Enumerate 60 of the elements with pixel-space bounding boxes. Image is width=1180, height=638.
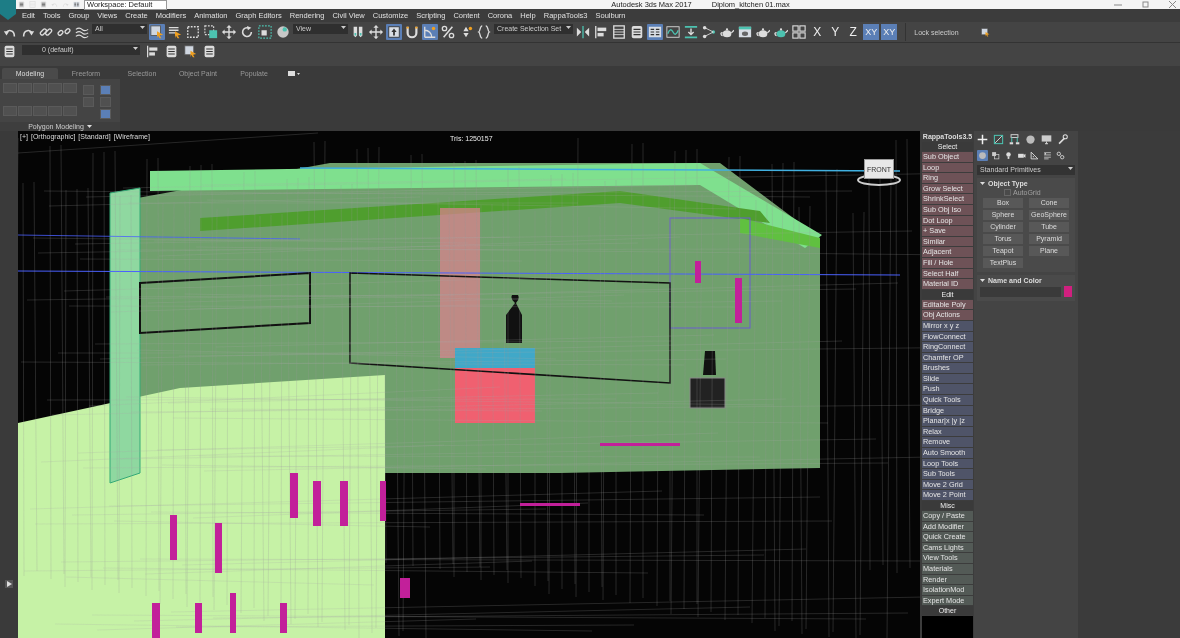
monitor-icon[interactable]: [1041, 134, 1052, 145]
empty-panel-area: [922, 616, 973, 638]
ruler-triangle-category-button[interactable]: [1029, 150, 1040, 161]
axis-constraint-button[interactable]: X: [809, 24, 826, 40]
wave-button[interactable]: [74, 24, 90, 40]
rotate-button[interactable]: [239, 24, 255, 40]
gears-category-button[interactable]: [1055, 150, 1066, 161]
close-icon[interactable]: [1169, 1, 1176, 8]
caret-icon[interactable]: [140, 26, 145, 30]
table-button[interactable]: [611, 24, 628, 40]
dashed-square-button[interactable]: [203, 24, 219, 40]
stack-icon[interactable]: [203, 45, 216, 58]
caret-icon[interactable]: [133, 47, 138, 51]
move-button[interactable]: [221, 24, 237, 40]
caret-icon[interactable]: [566, 26, 572, 30]
align-icon[interactable]: [146, 45, 159, 58]
axis-constraint-button[interactable]: Y: [827, 24, 844, 40]
braces-button[interactable]: [476, 24, 492, 40]
caret-icon[interactable]: [1068, 167, 1073, 171]
scale-button[interactable]: [257, 24, 273, 40]
hierarchy-icon[interactable]: [1009, 134, 1020, 145]
play-icon[interactable]: [5, 580, 13, 588]
axis-constraint-button[interactable]: Z: [845, 24, 862, 40]
wave-lines-category-button[interactable]: [1042, 150, 1053, 161]
curve-box-icon[interactable]: [993, 134, 1004, 145]
list-cursor-button[interactable]: [167, 24, 183, 40]
cursor-icon[interactable]: [980, 27, 990, 37]
shapes-category-button[interactable]: [990, 150, 1001, 161]
panel-button[interactable]: [647, 24, 664, 40]
cursor-button[interactable]: [149, 24, 165, 40]
wrench-icon[interactable]: [1057, 134, 1068, 145]
caret-icon[interactable]: [86, 124, 92, 129]
light-bulb-category-button[interactable]: [1003, 150, 1014, 161]
manipulate-button[interactable]: [386, 24, 402, 40]
circle-icon[interactable]: [1025, 134, 1036, 145]
magnet-button[interactable]: [404, 24, 420, 40]
nodes-button[interactable]: [701, 24, 718, 40]
axis-constraint-button[interactable]: XY: [863, 24, 880, 40]
ribbon-options-icon[interactable]: [288, 70, 300, 77]
axis-constraint-button[interactable]: XY: [881, 24, 898, 40]
render-frame-button[interactable]: [737, 24, 754, 40]
sphere-button[interactable]: [275, 24, 291, 40]
stack-icon[interactable]: [165, 45, 178, 58]
cursor-icon[interactable]: [184, 45, 197, 58]
caret-icon[interactable]: [980, 278, 985, 283]
angle-button[interactable]: [422, 24, 438, 40]
plus-icon[interactable]: [977, 134, 988, 145]
curve-button[interactable]: [665, 24, 682, 40]
move-button[interactable]: [368, 24, 384, 40]
circle-category-button[interactable]: [977, 150, 988, 161]
grid-button[interactable]: [791, 24, 808, 40]
panel-icon[interactable]: [73, 1, 80, 8]
caret-icon[interactable]: [341, 26, 346, 30]
dashed-rectangle-button[interactable]: [185, 24, 201, 40]
download-button[interactable]: [683, 24, 700, 40]
caret-icon[interactable]: [980, 181, 985, 186]
color-swatch[interactable]: [1064, 286, 1072, 297]
stack-icon[interactable]: [3, 45, 16, 58]
mirror-button[interactable]: [575, 24, 592, 40]
percent-button[interactable]: [440, 24, 456, 40]
